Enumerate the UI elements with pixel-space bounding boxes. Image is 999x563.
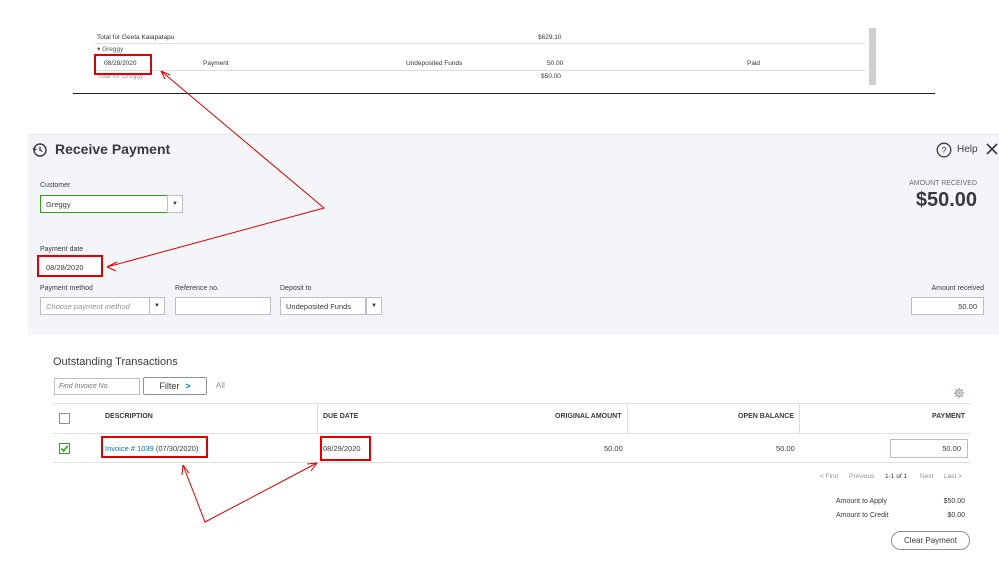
annotation-arrowhead [106,261,118,272]
annotation-arrowhead [181,464,190,476]
annotation-arrow-invoice [182,462,318,523]
annotation-arrow-date [106,70,326,268]
annotation-arrows [106,70,326,523]
